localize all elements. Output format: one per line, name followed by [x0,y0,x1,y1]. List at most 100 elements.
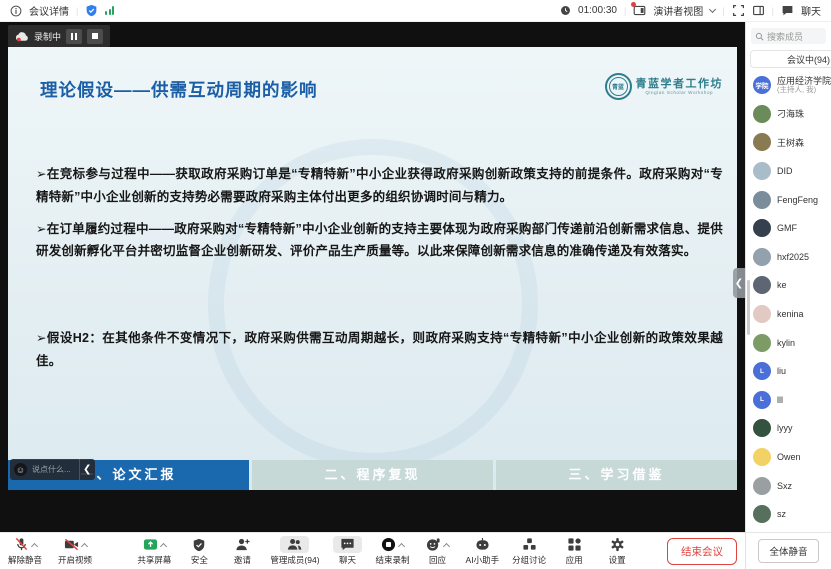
avatar: L [753,362,771,381]
pause-recording-button[interactable] [66,28,83,44]
unmute-button[interactable]: 解除静音 [8,536,42,566]
participant-row[interactable]: GMF [746,214,831,243]
stop-record-button[interactable]: 结束录制 [376,536,410,566]
divider: | [76,5,79,16]
recording-status-label: 录制中 [34,31,62,42]
avatar [753,505,771,524]
chat-icon [340,537,355,552]
invite-person-icon [235,537,250,552]
participant-row[interactable]: sz [746,500,831,529]
participant-row[interactable]: lyyy [746,414,831,443]
participant-list: 学院 应用经济学院 (主持人, 我) 刁海珠 王树森 DID FengFeng … [746,71,831,532]
chat-bubble-icon[interactable] [781,4,794,17]
quick-chat-input[interactable]: 说点什么... [27,464,79,475]
emoji-icon[interactable]: ☺ [14,463,27,476]
fullscreen-icon[interactable] [732,4,745,17]
search-members-input[interactable]: 搜索成员 [751,28,826,44]
panel-collapse-handle[interactable]: ❮ [733,268,745,298]
settings-button[interactable]: 设置 [602,536,632,566]
network-signal-icon[interactable] [105,6,115,15]
meeting-details-label[interactable]: 会议详情 [29,3,69,18]
chevron-up-icon[interactable] [30,542,38,550]
gear-icon [610,537,625,552]
search-icon [755,32,764,41]
avatar [753,133,771,152]
participant-row[interactable]: kylin [746,328,831,357]
participant-role: (主持人, 我) [777,85,817,95]
logo-en-text: Qinglan Scholar Workshop [645,90,714,96]
participant-row[interactable]: 刁海珠 [746,100,831,129]
participant-row[interactable]: ke [746,271,831,300]
start-video-button[interactable]: 开启视频 [58,536,92,566]
invite-button[interactable]: 邀请 [227,536,257,566]
presentation-slide: 理论假设——供需互动周期的影响 青蓝 青蓝学者工作坊 Qinglan Schol… [8,47,737,490]
breakout-rooms-button[interactable]: 分组讨论 [512,536,546,566]
bullet-paragraph: ➢在订单履约过程中——政府采购对“专精特新”中小企业创新的支持主要体现为政府采购… [36,221,723,259]
avatar [753,104,771,123]
participant-row[interactable]: 学院 应用经济学院 (主持人, 我) [746,71,831,100]
ai-assistant-button[interactable]: AI小助手 [466,536,499,566]
participant-row[interactable]: kenina [746,300,831,329]
security-shield-icon[interactable] [85,4,98,17]
avatar: L [753,390,771,409]
participant-row[interactable]: DID [746,157,831,186]
security-button[interactable]: 安全 [184,536,214,566]
participant-name: Owen [777,452,801,463]
collapse-chat-icon[interactable]: ❮ [78,459,95,480]
manage-members-button[interactable]: 管理成员(94) [270,536,320,566]
share-screen-button[interactable]: 共享屏幕 [137,536,171,566]
participant-row[interactable]: 王树森 [746,128,831,157]
participant-name: kylin [777,337,796,348]
share-screen-icon [143,537,158,552]
logo-cn-text: 青蓝学者工作坊 [635,77,723,90]
microphone-muted-icon [14,537,29,552]
participant-row[interactable]: L lll [746,386,831,415]
avatar [753,219,771,238]
view-mode-icon[interactable] [631,2,646,17]
ai-assistant-icon [475,537,490,552]
scrollbar[interactable] [747,280,750,335]
slide-body: ➢在竞标参与过程中——获取政府采购订单是“专精特新”中小企业获得政府采购创新政策… [36,163,723,373]
avatar [753,305,771,324]
participant-row[interactable]: L liu [746,357,831,386]
view-mode-label[interactable]: 演讲者视图 [653,3,703,18]
search-placeholder: 搜索成员 [767,31,804,42]
chevron-up-icon[interactable] [80,542,88,550]
participant-row[interactable]: Owen [746,443,831,472]
meeting-top-bar: 会议详情 | 01:00:30 | 演讲者视图 | | 聊天 [0,0,831,22]
panel-footer: 全体静音 [746,532,831,569]
participant-row[interactable]: Sxz [746,471,831,500]
bullet-paragraph: ➢在竞标参与过程中——获取政府采购订单是“专精特新”中小企业获得政府采购创新政策… [36,167,723,204]
side-by-side-layout-icon[interactable] [752,4,765,17]
divider: | [771,5,774,16]
slide-section-tabs: 一、论文汇报 二、程序复现 三、学习借鉴 [8,460,737,490]
mute-all-button[interactable]: 全体静音 [758,539,819,563]
meeting-toolbar: 解除静音 开启视频 共享屏幕 安全 邀请 管理成员(94) 聊天 结束录制 回应… [0,532,745,569]
end-meeting-button[interactable]: 结束会议 [667,537,737,565]
shared-screen-area: 录制中 理论假设——供需互动周期的影响 青蓝 青蓝学者工作坊 Qinglan S… [0,22,745,532]
stop-recording-button[interactable] [87,28,104,44]
chevron-up-icon[interactable] [159,542,167,550]
chat-panel-label[interactable]: 聊天 [801,3,821,18]
info-icon[interactable] [10,5,22,17]
participant-row[interactable]: hxf2025 [746,243,831,272]
workshop-logo: 青蓝 青蓝学者工作坊 Qinglan Scholar Workshop [604,73,724,100]
reactions-button[interactable]: 回应 [423,536,453,566]
clock-icon [560,5,571,16]
apps-button[interactable]: 应用 [559,536,589,566]
chat-button[interactable]: 聊天 [333,536,363,566]
members-icon [287,537,302,552]
stop-record-icon [381,537,396,552]
chevron-up-icon[interactable] [443,542,451,550]
chevron-down-icon[interactable] [709,5,717,13]
in-meeting-section-header[interactable]: 会议中(94) [750,50,831,68]
participant-name: lyyy [777,423,793,434]
avatar [753,162,771,181]
chevron-up-icon[interactable] [397,542,406,550]
participant-name: Sxz [777,480,793,491]
camera-off-icon [64,537,79,552]
participant-row[interactable]: FengFeng [746,185,831,214]
shield-icon [192,538,206,552]
members-panel: 搜索成员 会议中(94) 学院 应用经济学院 (主持人, 我) 刁海珠 王树森 [745,22,831,569]
reaction-face-icon [426,537,441,552]
